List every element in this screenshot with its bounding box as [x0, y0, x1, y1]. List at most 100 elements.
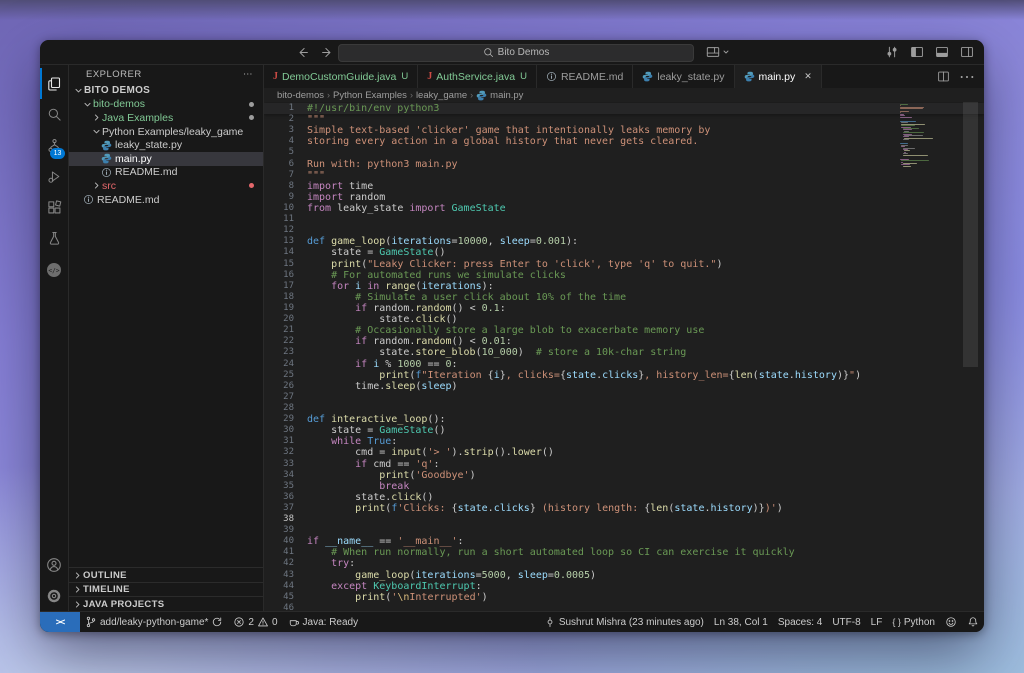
editor-scrollbar[interactable]	[963, 102, 978, 367]
code-line[interactable]: 37 print(f'Clicks: {state.clicks} (histo…	[264, 503, 984, 514]
code-line[interactable]: 25 print(f"Iteration {i}, clicks={state.…	[264, 370, 984, 381]
code-line[interactable]: 27	[264, 392, 984, 403]
editor-more-actions-icon[interactable]: ⋯	[959, 67, 975, 87]
code-line[interactable]: 39	[264, 525, 984, 536]
code-line[interactable]: 32 cmd = input('> ').strip().lower()	[264, 447, 984, 458]
code-line[interactable]: 5	[264, 147, 984, 158]
remote-indicator[interactable]: ><	[40, 612, 80, 632]
code-line[interactable]: 20 state.click()	[264, 314, 984, 325]
run-and-debug-icon[interactable]	[40, 161, 68, 192]
close-icon[interactable]: ✕	[804, 71, 812, 82]
code-line[interactable]: 3Simple text-based 'clicker' game that i…	[264, 125, 984, 136]
indentation[interactable]: Spaces: 4	[773, 612, 827, 632]
code-line[interactable]: 4storing every action in a global histor…	[264, 136, 984, 147]
search-icon[interactable]	[40, 99, 68, 130]
language-mode[interactable]: { }Python	[887, 612, 940, 632]
tree-item-bito-demos[interactable]: BITO DEMOS	[69, 84, 263, 98]
code-line[interactable]: 43 game_loop(iterations=5000, sleep=0.00…	[264, 570, 984, 581]
tab-leaky-state-py[interactable]: leaky_state.py	[633, 65, 734, 88]
back-icon[interactable]	[296, 46, 309, 59]
code-line[interactable]: 38	[264, 514, 984, 525]
code-line[interactable]: 29def interactive_loop():	[264, 414, 984, 425]
code-line[interactable]: 6Run with: python3 main.py	[264, 159, 984, 170]
toggle-secondary-sidebar-icon[interactable]	[960, 45, 974, 59]
code-line[interactable]: 34 print('Goodbye')	[264, 470, 984, 481]
forward-icon[interactable]	[321, 46, 334, 59]
code-line[interactable]: 15 print("Leaky Clicker: press Enter to …	[264, 259, 984, 270]
code-line[interactable]: 46	[264, 603, 984, 611]
tree-item-python-examples-leaky-game[interactable]: Python Examples/leaky_game	[69, 125, 263, 139]
tab-readme-md[interactable]: README.md	[537, 65, 633, 88]
java-status[interactable]: Java: Ready	[283, 612, 364, 632]
breadcrumb-item[interactable]: Python Examples	[333, 90, 407, 101]
sidebar-more-icon[interactable]: ⋯	[243, 69, 253, 80]
code-line[interactable]: 11	[264, 214, 984, 225]
code-editor[interactable]: 1#!/usr/bin/env python32"""3Simple text-…	[264, 102, 984, 611]
code-line[interactable]: 42 try:	[264, 558, 984, 569]
breadcrumb-item[interactable]: main.py	[476, 90, 523, 101]
tree-item-main-py[interactable]: main.py	[69, 152, 263, 166]
code-line[interactable]: 17 for i in range(iterations):	[264, 281, 984, 292]
code-line[interactable]: 9import random	[264, 192, 984, 203]
eol[interactable]: LF	[866, 612, 888, 632]
tab-main-py[interactable]: main.py✕	[735, 65, 822, 88]
accounts-icon[interactable]	[40, 549, 68, 580]
minimap[interactable]	[900, 104, 938, 169]
code-line[interactable]: 26 time.sleep(sleep)	[264, 381, 984, 392]
tree-item-bito-demos[interactable]: bito-demos	[69, 98, 263, 112]
section-timeline[interactable]: TIMELINE	[69, 582, 263, 597]
split-editor-icon[interactable]	[937, 70, 950, 83]
code-line[interactable]: 18 # Simulate a user click about 10% of …	[264, 292, 984, 303]
code-line[interactable]: 22 if random.random() < 0.01:	[264, 336, 984, 347]
extensions-icon[interactable]	[40, 192, 68, 223]
code-line[interactable]: 28	[264, 403, 984, 414]
testing-icon[interactable]	[40, 223, 68, 254]
chevron-down-icon[interactable]	[722, 48, 730, 56]
customize-layout-icon[interactable]	[885, 45, 899, 59]
encoding[interactable]: UTF-8	[827, 612, 865, 632]
code-line[interactable]: 21 # Occasionally store a large blob to …	[264, 325, 984, 336]
code-line[interactable]: 7"""	[264, 170, 984, 181]
notifications[interactable]	[962, 612, 984, 632]
code-line[interactable]: 19 if random.random() < 0.1:	[264, 303, 984, 314]
code-line[interactable]: 14 state = GameState()	[264, 247, 984, 258]
code-line[interactable]: 2"""	[264, 114, 984, 125]
tab-democustomguide-java[interactable]: JDemoCustomGuide.javaU	[264, 65, 418, 88]
command-center-search[interactable]: Bito Demos	[338, 44, 694, 62]
code-line[interactable]: 10from leaky_state import GameState	[264, 203, 984, 214]
code-line[interactable]: 23 state.store_blob(10_000) # store a 10…	[264, 347, 984, 358]
code-line[interactable]: 31 while True:	[264, 436, 984, 447]
section-java-projects[interactable]: JAVA PROJECTS	[69, 596, 263, 611]
breadcrumb-item[interactable]: bito-demos	[277, 90, 324, 101]
bito-chat-icon[interactable]: </>	[40, 254, 68, 285]
breadcrumb-item[interactable]: leaky_game	[416, 90, 467, 101]
tree-item-readme-md[interactable]: README.md	[69, 193, 263, 207]
code-line[interactable]: 44 except KeyboardInterrupt:	[264, 581, 984, 592]
code-line[interactable]: 24 if i % 1000 == 0:	[264, 359, 984, 370]
toggle-panel-icon[interactable]	[935, 45, 949, 59]
tab-authservice-java[interactable]: JAuthService.javaU	[418, 65, 537, 88]
code-line[interactable]: 33 if cmd == 'q':	[264, 459, 984, 470]
code-line[interactable]: 12	[264, 225, 984, 236]
code-line[interactable]: 13def game_loop(iterations=10000, sleep=…	[264, 236, 984, 247]
code-line[interactable]: 36 state.click()	[264, 492, 984, 503]
code-line[interactable]: 30 state = GameState()	[264, 425, 984, 436]
code-line[interactable]: 40if __name__ == '__main__':	[264, 536, 984, 547]
section-outline[interactable]: OUTLINE	[69, 567, 263, 582]
tree-item-readme-md[interactable]: README.md	[69, 166, 263, 180]
code-line[interactable]: 35 break	[264, 481, 984, 492]
source-control-icon[interactable]: 13	[40, 130, 68, 161]
code-line[interactable]: 45 print('\nInterrupted')	[264, 592, 984, 603]
code-line[interactable]: 8import time	[264, 181, 984, 192]
run-task-dropdown-icon[interactable]	[706, 45, 720, 59]
blame-item[interactable]: Sushrut Mishra (23 minutes ago)	[539, 612, 709, 632]
tree-item-java-examples[interactable]: Java Examples	[69, 111, 263, 125]
branch-item[interactable]: add/leaky-python-game*	[80, 612, 228, 632]
settings-icon[interactable]	[40, 580, 68, 611]
toggle-sidebar-icon[interactable]	[910, 45, 924, 59]
code-line[interactable]: 16 # For automated runs we simulate clic…	[264, 270, 984, 281]
tree-item-leaky-state-py[interactable]: leaky_state.py	[69, 138, 263, 152]
explorer-icon[interactable]	[40, 68, 68, 99]
tree-item-src[interactable]: src	[69, 179, 263, 193]
cursor-position[interactable]: Ln 38, Col 1	[709, 612, 773, 632]
